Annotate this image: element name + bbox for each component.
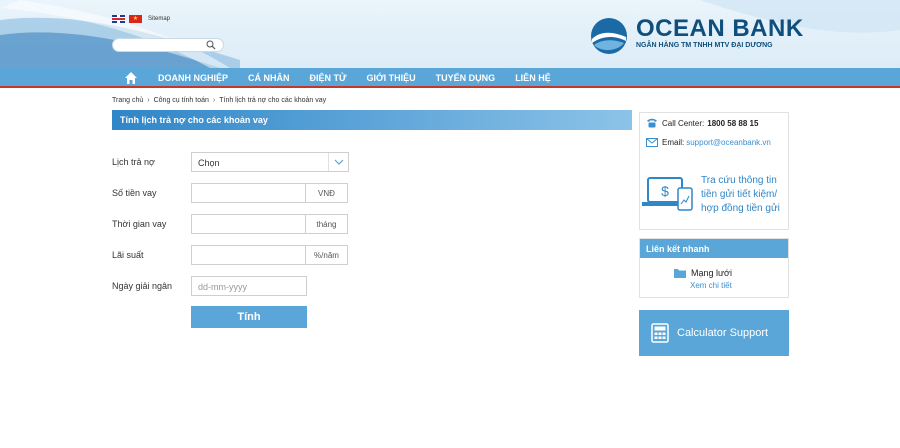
nav-item-tuyen-dung[interactable]: TUYỂN DỤNG bbox=[436, 73, 496, 83]
search-icon[interactable] bbox=[206, 40, 216, 50]
rate-unit: %/năm bbox=[305, 246, 347, 264]
nav-item-doanh-nghiep[interactable]: DOANH NGHIỆP bbox=[158, 73, 228, 83]
form-row-date: Ngày giải ngân dd-mm-yyyy bbox=[112, 276, 412, 296]
schedule-select-value: Chọn bbox=[198, 158, 220, 168]
rate-input[interactable]: %/năm bbox=[191, 245, 348, 265]
calculator-support-button[interactable]: Calculator Support bbox=[639, 310, 789, 356]
breadcrumb-current: Tính lịch trả nợ cho các khoản vay bbox=[219, 97, 327, 104]
term-input[interactable]: tháng bbox=[191, 214, 348, 234]
term-label: Thời gian vay bbox=[112, 219, 167, 229]
page-title: Tính lịch trả nợ cho các khoản vay bbox=[120, 115, 268, 125]
nav-item-lien-he[interactable]: LIÊN HỆ bbox=[515, 73, 551, 83]
ocean-bank-logo[interactable]: OCEAN BANK NGÂN HÀNG TM TNHH MTV ĐẠI DƯƠ… bbox=[590, 17, 804, 55]
schedule-label: Lịch trả nợ bbox=[112, 157, 155, 167]
breadcrumb-home[interactable]: Trang chủ bbox=[112, 97, 143, 104]
date-label: Ngày giải ngân bbox=[112, 281, 173, 291]
amount-input[interactable]: VNĐ bbox=[191, 183, 348, 203]
language-switcher: ★ Sitemap bbox=[112, 15, 170, 23]
vietnam-flag-icon[interactable]: ★ bbox=[129, 15, 142, 23]
main-navigation: DOANH NGHIỆP CÁ NHÂN ĐIỆN TỬ GIỚI THIỆU … bbox=[0, 68, 900, 88]
promo-line-2: tiền gửi tiết kiệm/ bbox=[701, 189, 778, 200]
folder-icon bbox=[674, 269, 686, 278]
schedule-select[interactable]: Chọn bbox=[191, 152, 349, 172]
site-header: ★ Sitemap OCEAN BANK NGÂN HÀNG TM TNHH M… bbox=[0, 0, 900, 68]
nav-item-gioi-thieu[interactable]: GIỚI THIỆU bbox=[366, 73, 415, 83]
network-detail-link[interactable]: Xem chi tiết bbox=[690, 281, 732, 290]
breadcrumb-separator-icon: › bbox=[147, 97, 150, 104]
call-center-row: Call Center: 1800 58 88 15 bbox=[646, 118, 758, 128]
logo-name: OCEAN BANK bbox=[636, 15, 804, 42]
sitemap-link[interactable]: Sitemap bbox=[148, 16, 170, 22]
network-link[interactable]: Mạng lưới bbox=[674, 268, 732, 278]
amount-label: Số tiền vay bbox=[112, 188, 157, 198]
quick-links-box: Liên kết nhanh Mạng lưới Xem chi tiết bbox=[639, 238, 789, 298]
form-row-rate: Lãi suất %/năm bbox=[112, 245, 412, 265]
search-input[interactable] bbox=[112, 38, 224, 52]
disbursement-date-input[interactable]: dd-mm-yyyy bbox=[191, 276, 307, 296]
amount-unit: VNĐ bbox=[305, 184, 347, 202]
network-label: Mạng lưới bbox=[691, 268, 732, 278]
deposit-lookup-banner[interactable]: $ Tra cứu thông tin tiền gửi tiết kiệm/ … bbox=[642, 166, 787, 228]
call-center-label: Call Center: bbox=[662, 118, 705, 128]
email-label: Email: bbox=[662, 138, 685, 147]
chevron-down-icon[interactable] bbox=[328, 153, 348, 171]
calculator-support-label: Calculator Support bbox=[677, 327, 769, 339]
mail-icon bbox=[646, 138, 658, 147]
form-row-schedule: Lịch trả nợ Chọn bbox=[112, 152, 412, 172]
calculate-button[interactable]: Tính bbox=[191, 306, 307, 328]
quick-links-title: Liên kết nhanh bbox=[640, 239, 788, 258]
english-flag-icon[interactable] bbox=[112, 15, 125, 23]
calculator-icon bbox=[651, 323, 669, 343]
breadcrumb-tools[interactable]: Công cụ tính toán bbox=[154, 97, 209, 104]
breadcrumb: Trang chủ › Công cụ tính toán › Tính lịc… bbox=[112, 97, 326, 104]
form-row-term: Thời gian vay tháng bbox=[112, 214, 412, 234]
breadcrumb-separator-icon: › bbox=[212, 97, 216, 104]
rate-label: Lãi suất bbox=[112, 250, 144, 260]
promo-line-1: Tra cứu thông tin bbox=[701, 175, 777, 186]
logo-subtitle: NGÂN HÀNG TM TNHH MTV ĐẠI DƯƠNG bbox=[636, 42, 773, 49]
page-title-bar: Tính lịch trả nợ cho các khoản vay bbox=[112, 110, 632, 130]
nav-item-dien-tu[interactable]: ĐIỆN TỬ bbox=[310, 73, 347, 83]
call-center-number[interactable]: 1800 58 88 15 bbox=[707, 119, 758, 128]
contact-box: Call Center: 1800 58 88 15 Email: suppor… bbox=[639, 112, 789, 230]
email-link[interactable]: support@oceanbank.vn bbox=[686, 138, 771, 147]
form-row-amount: Số tiền vay VNĐ bbox=[112, 183, 412, 203]
home-icon[interactable] bbox=[124, 71, 138, 85]
laptop-dollar-icon: $ bbox=[642, 177, 693, 211]
term-unit: tháng bbox=[305, 215, 347, 233]
promo-line-3: hợp đồng tiền gửi bbox=[701, 203, 780, 214]
svg-text:$: $ bbox=[661, 183, 669, 199]
ocean-wave-logo-icon bbox=[591, 18, 627, 54]
phone-icon bbox=[647, 118, 657, 128]
email-row: Email: support@oceanbank.vn bbox=[646, 138, 771, 147]
deposit-lookup-text: Tra cứu thông tin tiền gửi tiết kiệm/ hợ… bbox=[701, 174, 780, 216]
nav-item-ca-nhan[interactable]: CÁ NHÂN bbox=[248, 73, 290, 83]
date-placeholder: dd-mm-yyyy bbox=[198, 282, 247, 292]
